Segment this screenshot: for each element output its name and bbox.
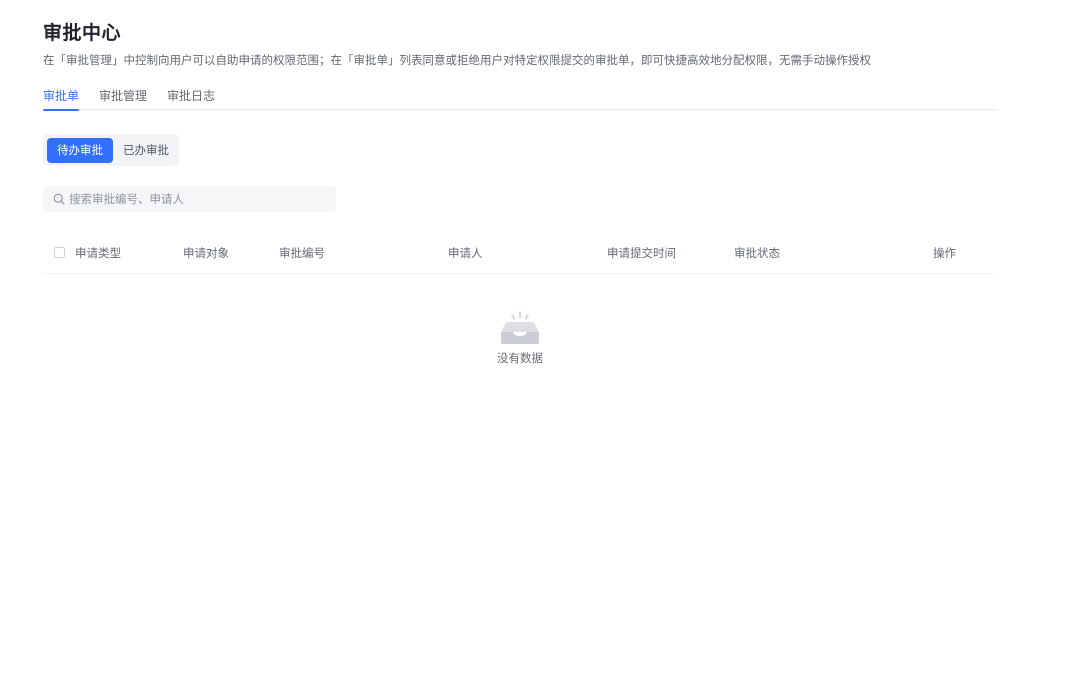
column-header-approval-status: 审批状态 (734, 246, 780, 260)
table-header: 申请类型 申请对象 审批编号 申请人 申请提交时间 审批状态 操作 (43, 232, 993, 274)
column-header-request-type: 申请类型 (75, 246, 121, 260)
pending-approval-button[interactable]: 待办审批 (47, 137, 113, 163)
column-header-request-target: 申请对象 (183, 246, 229, 260)
search-box (43, 186, 336, 212)
column-header-approval-id: 审批编号 (279, 246, 325, 260)
search-icon (53, 193, 65, 205)
column-header-actions: 操作 (933, 246, 956, 260)
empty-state-text: 没有数据 (497, 351, 543, 365)
page-description: 在「审批管理」中控制向用户可以自助申请的权限范围；在「审批单」列表同意或拒绝用户… (43, 53, 871, 67)
done-approval-button[interactable]: 已办审批 (113, 138, 179, 163)
approval-status-switch: 待办审批 已办审批 (43, 134, 179, 166)
page-title: 审批中心 (43, 22, 122, 44)
empty-inbox-icon (501, 311, 539, 344)
tab-approval-management[interactable]: 审批管理 (99, 88, 147, 110)
approval-center-page: 审批中心 在「审批管理」中控制向用户可以自助申请的权限范围；在「审批单」列表同意… (0, 0, 1080, 685)
select-all-checkbox[interactable] (54, 247, 65, 258)
tab-approval-log[interactable]: 审批日志 (167, 88, 215, 110)
empty-state: 没有数据 (0, 310, 1040, 366)
search-input[interactable] (69, 192, 319, 206)
tab-approval-forms[interactable]: 审批单 (43, 88, 80, 111)
tab-bar: 审批单 审批管理 审批日志 (43, 88, 998, 111)
column-header-submit-time: 申请提交时间 (607, 246, 676, 260)
column-header-applicant: 申请人 (448, 246, 483, 260)
